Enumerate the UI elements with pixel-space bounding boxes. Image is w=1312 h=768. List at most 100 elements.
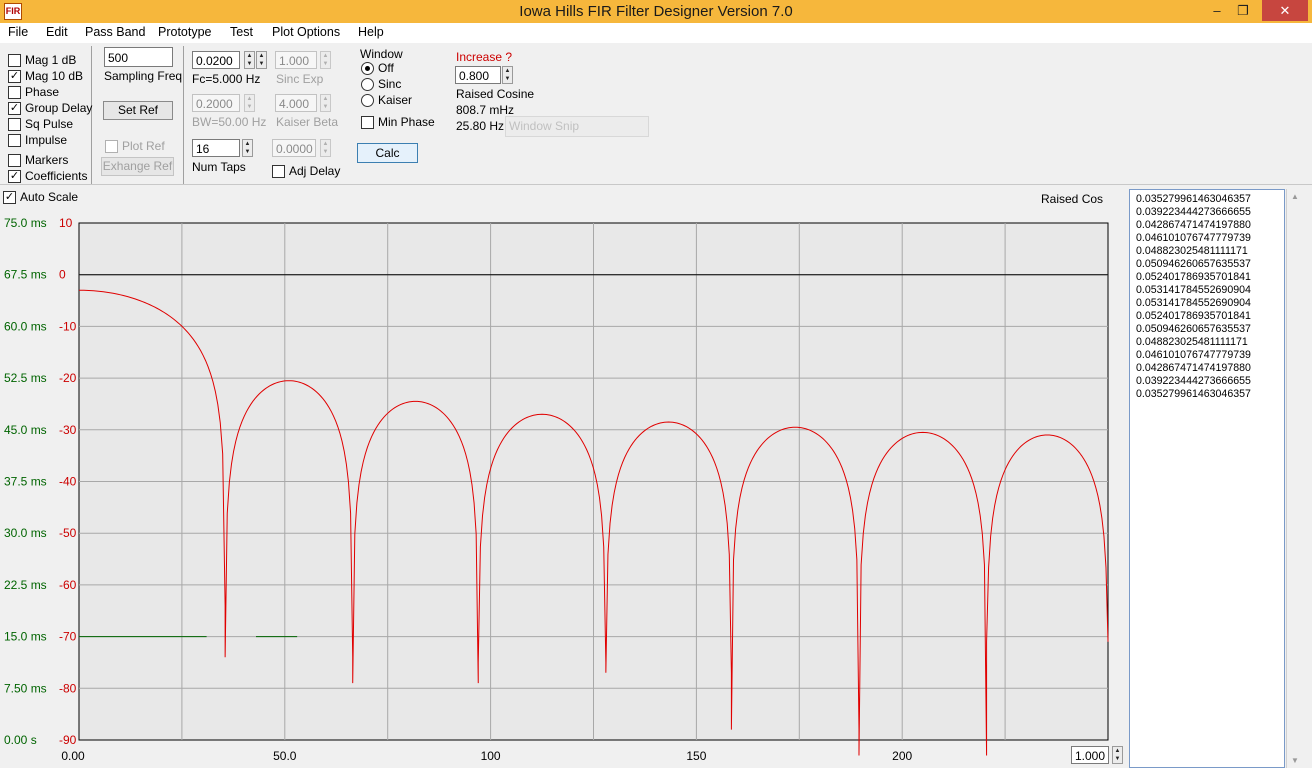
left-axis-tick-label: 75.0 ms (4, 216, 47, 230)
coefficient-row: 0.039223444273666655 (1136, 206, 1251, 218)
kaiser-beta-spinner[interactable]: ▲ ▼ (320, 94, 331, 112)
checkbox-group-delay[interactable]: ✓ Group Delay (8, 101, 92, 115)
fc-spinner[interactable]: ▲ ▼ (244, 51, 255, 69)
sampling-freq-label: Sampling Freq (104, 69, 183, 83)
checkbox-box (361, 115, 374, 129)
response-plot[interactable]: 75.0 ms 67.5 ms 60.0 ms 52.5 ms 45.0 ms 37.5 … (0, 187, 1128, 768)
checkbox-impulse[interactable]: Impulse (8, 133, 67, 147)
radio-label: Off (378, 61, 394, 75)
fc-input[interactable]: 0.0200 (192, 51, 240, 69)
adj-delay-spinner[interactable]: ▲ ▼ (320, 139, 331, 157)
set-ref-button[interactable]: Set Ref (103, 101, 173, 120)
increase-input[interactable]: 0.800 (455, 66, 501, 84)
checkbox-adj-delay[interactable]: Adj Delay (272, 164, 340, 178)
left-axis-tick-label: 52.5 ms (4, 371, 47, 385)
close-button[interactable]: ✕ (1262, 0, 1308, 21)
num-taps-spinner[interactable]: ▲ ▼ (242, 139, 253, 157)
sinc-exp-label: Sinc Exp (276, 72, 324, 86)
menu-help[interactable]: Help (358, 25, 384, 39)
increase-spinner[interactable]: ▲ ▼ (502, 66, 513, 84)
radio-label: Kaiser (378, 93, 413, 107)
num-taps-input[interactable]: 16 (192, 139, 240, 157)
bw-label: BW=50.00 Hz (192, 115, 267, 129)
checkbox-label: Coefficients (25, 169, 88, 183)
left-axis-tick-label: 37.5 ms (4, 475, 47, 489)
left-axis-tick-label: 30.0 ms (4, 526, 47, 540)
x-axis-tick-label: 50.0 (273, 749, 297, 763)
checkbox-label: Mag 10 dB (25, 69, 84, 83)
checkbox-sq-pulse[interactable]: Sq Pulse (8, 117, 73, 131)
coefficient-row: 0.042867471474197880 (1136, 362, 1251, 374)
menu-prototype[interactable]: Prototype (158, 25, 212, 39)
menu-test[interactable]: Test (230, 25, 253, 39)
kaiser-beta-input[interactable]: 4.000 (275, 94, 317, 112)
sinc-exp-input[interactable]: 1.000 (275, 51, 317, 69)
radio-window-kaiser[interactable]: Kaiser (361, 93, 412, 107)
checkbox-label: Markers (25, 153, 69, 167)
checkbox-coefficients[interactable]: ✓ Coefficients (8, 169, 87, 183)
maximize-button[interactable]: ❐ (1230, 1, 1256, 21)
menu-plot-options[interactable]: Plot Options (272, 25, 340, 39)
x-axis-tick-label: 200 (892, 749, 912, 763)
freq1-readout: 808.7 mHz (456, 103, 515, 117)
coefficients-list[interactable]: 0.035279961463046357 0.039223444273666655… (1129, 189, 1285, 768)
coefficient-row: 0.052401786935701841 (1136, 310, 1251, 322)
x-axis-tick-label: 0.00 (61, 749, 85, 763)
checkbox-plot-ref[interactable]: Plot Ref (105, 139, 165, 153)
minimize-button[interactable]: – (1204, 1, 1230, 21)
right-axis-tick-label: -80 (59, 681, 77, 695)
left-axis-tick-label: 22.5 ms (4, 578, 47, 592)
left-axis-tick-label: 15.0 ms (4, 630, 47, 644)
kaiser-beta-label: Kaiser Beta (276, 115, 339, 129)
checkbox-label: Min Phase (378, 115, 435, 129)
menu-file[interactable]: File (8, 25, 28, 39)
coefficient-row: 0.048823025481111171 (1136, 336, 1248, 348)
exchange-ref-button[interactable]: Exhange Ref (101, 157, 174, 176)
checkbox-label: Group Delay (25, 101, 93, 115)
coefficient-row: 0.048823025481111171 (1136, 245, 1248, 257)
coefficient-row: 0.046101076747779739 (1136, 232, 1251, 244)
title-bar: Iowa Hills FIR Filter Designer Version 7… (0, 0, 1312, 23)
panel-divider (91, 46, 92, 184)
x-scale-input[interactable]: 1.000 (1071, 746, 1109, 764)
bw-spinner[interactable]: ▲ ▼ (244, 94, 255, 112)
scroll-up-icon: ▲ (1291, 192, 1299, 201)
checkbox-phase[interactable]: Phase (8, 85, 59, 99)
left-axis-tick-label: 7.50 ms (4, 681, 47, 695)
menu-bar: File Edit Pass Band Prototype Test Plot … (0, 23, 1312, 43)
bw-input[interactable]: 0.2000 (192, 94, 240, 112)
checkbox-label: Sq Pulse (25, 117, 74, 131)
coefficient-row: 0.035279961463046357 (1136, 193, 1251, 205)
radio-selected-icon (361, 61, 374, 75)
right-axis-tick-label: -40 (59, 475, 77, 489)
adj-delay-input[interactable]: 0.0000 (272, 139, 316, 157)
checkbox-markers[interactable]: Markers (8, 153, 68, 167)
right-axis-tick-label: -10 (59, 319, 77, 333)
checkbox-box (8, 117, 21, 131)
checkbox-box (8, 53, 21, 67)
left-axis-tick-label: 67.5 ms (4, 268, 47, 282)
radio-window-off[interactable]: Off (361, 61, 394, 75)
sinc-exp-spinner[interactable]: ▲ ▼ (320, 51, 331, 69)
radio-window-sinc[interactable]: Sinc (361, 77, 401, 91)
filter-name-label: Raised Cosine (456, 87, 535, 101)
window-snip-button[interactable]: Window Snip (505, 116, 649, 137)
checkbox-label: Phase (25, 85, 60, 99)
coefficients-scrollbar[interactable]: ▲ ▼ (1286, 189, 1304, 768)
calc-button[interactable]: Calc (357, 143, 418, 163)
scroll-down-icon: ▼ (1291, 756, 1299, 765)
x-scale-spinner[interactable]: ▲ ▼ (1112, 746, 1123, 764)
checkbox-mag-1db[interactable]: Mag 1 dB (8, 53, 76, 67)
checkbox-mag-10db[interactable]: ✓ Mag 10 dB (8, 69, 83, 83)
num-taps-label: Num Taps (192, 160, 246, 174)
sampling-freq-input[interactable]: 500 (104, 47, 173, 67)
coefficient-row: 0.050946260657635537 (1136, 258, 1251, 270)
checkbox-min-phase[interactable]: Min Phase (361, 115, 435, 129)
right-axis-tick-label: -60 (59, 578, 77, 592)
menu-edit[interactable]: Edit (46, 25, 68, 39)
checkbox-box (8, 133, 21, 147)
menu-pass-band[interactable]: Pass Band (85, 25, 145, 39)
fc-spinner-2[interactable]: ▲ ▼ (256, 51, 267, 69)
check-icon: ✓ (8, 169, 21, 183)
check-icon: ✓ (8, 101, 21, 115)
